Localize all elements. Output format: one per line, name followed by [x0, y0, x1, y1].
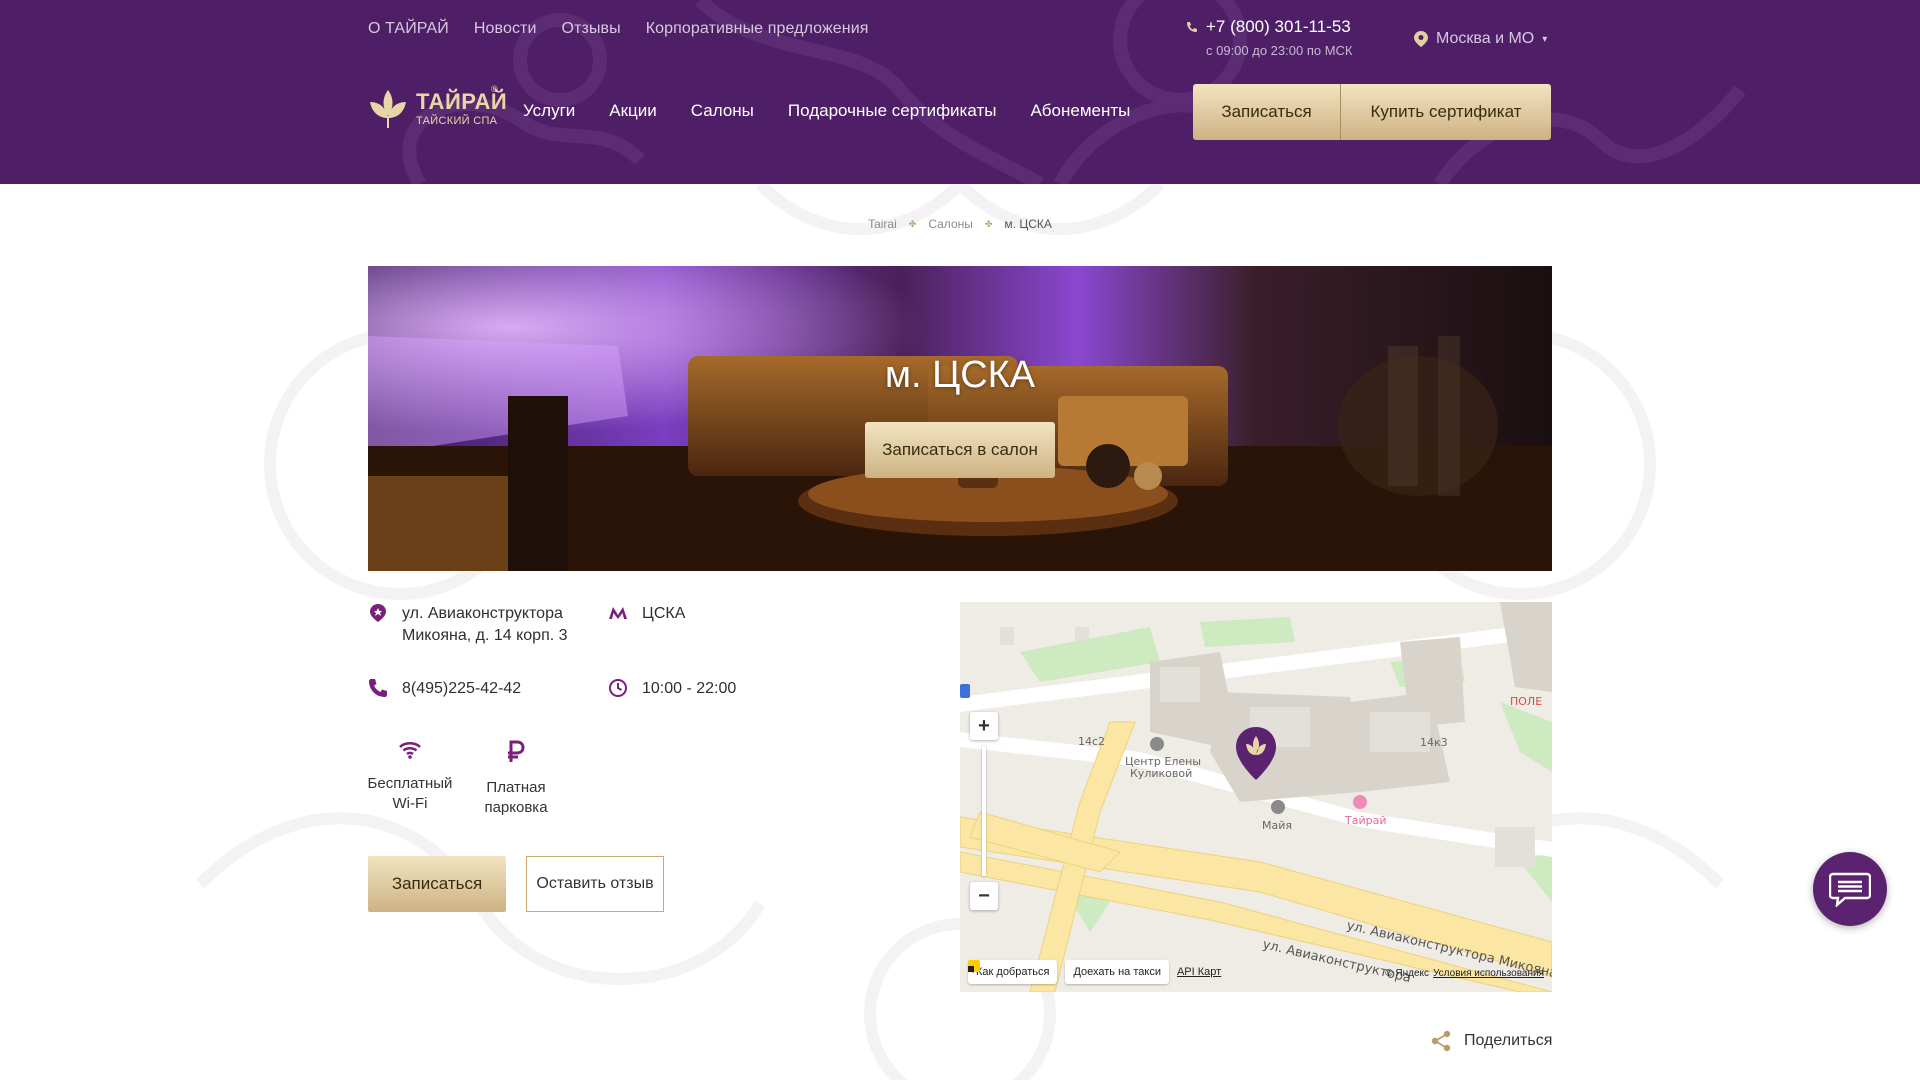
amenity-parking-line-1: Платная	[486, 779, 546, 796]
hours-value: 10:00 - 22:00	[642, 680, 737, 697]
map-canvas: 14с2 14к3 Центр Елены Куликовой Майя ПОЛ…	[960, 602, 1552, 992]
amenity-parking-line-2: парковка	[484, 799, 548, 816]
breadcrumb-salons[interactable]: Салоны	[928, 217, 973, 231]
map-label-center-2: Куликовой	[1130, 767, 1192, 780]
top-nav-about[interactable]: О ТАЙРАЙ	[368, 20, 449, 38]
metro-icon	[609, 607, 627, 619]
hero-book-salon-button[interactable]: Записаться в салон	[865, 422, 1055, 478]
salon-phone: 8(495)225-42-42	[368, 678, 521, 700]
salon-book-button[interactable]: Записаться	[368, 856, 506, 912]
map-directions-label: Как добраться	[976, 966, 1050, 978]
map-label-maya: Майя	[1262, 819, 1292, 832]
amenity-wifi-line-2: Wi-Fi	[392, 795, 428, 812]
map-zoom-in-button[interactable]: +	[970, 712, 998, 740]
map-label-pole: ПОЛЕ	[1510, 695, 1542, 708]
wifi-icon	[399, 742, 421, 759]
amenity-wifi: Бесплатный Wi-Fi	[355, 740, 465, 814]
chat-icon	[1829, 872, 1871, 907]
phone-number[interactable]: 8(495)225-42-42	[402, 678, 521, 700]
logo-title: ТАЙРАЙ	[416, 89, 508, 114]
salon-title: м. ЦСКА	[884, 354, 1036, 396]
breadcrumb-home[interactable]: Tairai	[868, 217, 897, 231]
logo[interactable]: ТАЙРАЙ ТАЙСКИЙ СПА ®	[368, 84, 508, 130]
chat-widget-button[interactable]	[1813, 852, 1887, 926]
salon-address: ул. Авиаконструктора Микояна, д. 14 корп…	[368, 603, 568, 647]
phone-icon	[369, 679, 387, 697]
amenity-wifi-line-1: Бесплатный	[367, 775, 453, 792]
map-taxi-button[interactable]: Доехать на такси	[968, 960, 1169, 984]
top-nav-corporate[interactable]: Корпоративные предложения	[646, 20, 869, 38]
metro-name: ЦСКА	[642, 605, 686, 622]
header-buy-certificate-button[interactable]: Купить сертификат	[1341, 84, 1551, 140]
breadcrumb-separator-icon: ✤	[908, 218, 917, 229]
logo-subtitle: ТАЙСКИЙ СПА	[416, 115, 498, 127]
map-copyright-text: © Яндекс	[1385, 968, 1429, 979]
logo-registered-mark: ®	[491, 84, 498, 94]
salon-hours: 10:00 - 22:00	[608, 678, 736, 700]
header-phone-hours: с 09:00 до 23:00 по МСК	[1206, 43, 1353, 58]
main-nav-gift-certificates[interactable]: Подарочные сертификаты	[788, 101, 997, 121]
map-taxi-label: Доехать на такси	[1073, 966, 1161, 978]
salon-hero: м. ЦСКА Записаться в салон	[368, 266, 1552, 571]
top-nav: О ТАЙРАЙ Новости Отзывы Корпоративные пр…	[368, 20, 869, 38]
header-ornament	[402, 0, 1746, 184]
amenity-parking: Платная парковка	[461, 740, 571, 818]
address-line-2: Микояна, д. 14 корп. 3	[402, 627, 568, 644]
map-directions-button[interactable]: Как добраться	[968, 960, 1058, 984]
map-copyright: © Яндекс Условия использования	[1385, 968, 1544, 979]
map-label-14k3: 14к3	[1420, 736, 1448, 749]
main-nav-promos[interactable]: Акции	[609, 101, 657, 121]
map-label-14c2: 14с2	[1078, 735, 1105, 748]
map-api-link[interactable]: API Карт	[1177, 966, 1221, 978]
main-nav-salons[interactable]: Салоны	[691, 101, 754, 121]
salon-hero-image	[368, 266, 1552, 571]
header-book-button[interactable]: Записаться	[1193, 84, 1341, 140]
map-label-tairai: Тайрай	[1344, 814, 1386, 827]
share-icon	[1431, 1030, 1451, 1052]
map-zoom-control: + −	[970, 712, 998, 910]
map-bottom-bar: Как добраться Доехать на такси API Карт	[968, 960, 1221, 984]
map-zoom-slider[interactable]	[982, 746, 986, 876]
header-buttons: Записаться Купить сертификат	[1193, 84, 1551, 140]
header-phone-number[interactable]: +7 (800) 301-11-53	[1206, 17, 1351, 37]
taxi-icon	[968, 960, 980, 972]
lotus-logo-icon	[370, 90, 406, 128]
top-nav-reviews[interactable]: Отзывы	[562, 20, 621, 38]
share-button[interactable]: Поделиться	[1430, 1030, 1552, 1052]
header-phone-block: +7 (800) 301-11-53 с 09:00 до 23:00 по М…	[1186, 17, 1353, 58]
breadcrumb: Tairai ✤ Салоны ✤ м. ЦСКА	[0, 217, 1920, 231]
address-line-1: ул. Авиаконструктора	[402, 605, 563, 622]
breadcrumb-current: м. ЦСКА	[1004, 217, 1052, 231]
breadcrumb-separator-icon: ✤	[984, 218, 993, 229]
phone-icon	[1187, 22, 1197, 32]
main-nav-subscriptions[interactable]: Абонементы	[1030, 101, 1130, 121]
salon-metro: ЦСКА	[608, 603, 685, 625]
map-terms-link[interactable]: Условия использования	[1433, 968, 1544, 979]
salon-map[interactable]: 14с2 14к3 Центр Елены Куликовой Майя ПОЛ…	[960, 602, 1552, 992]
top-nav-news[interactable]: Новости	[474, 20, 537, 38]
location-pin-icon	[1414, 31, 1428, 47]
region-label: Москва и МО	[1436, 30, 1535, 47]
leave-review-button[interactable]: Оставить отзыв	[526, 856, 664, 912]
share-label: Поделиться	[1464, 1032, 1553, 1049]
site-header: О ТАЙРАЙ Новости Отзывы Корпоративные пр…	[0, 0, 1920, 184]
main-nav: Услуги Акции Салоны Подарочные сертифика…	[523, 101, 1130, 121]
map-zoom-out-button[interactable]: −	[970, 882, 998, 910]
chevron-down-icon: ▾	[1542, 33, 1548, 45]
region-selector[interactable]: Москва и МО ▾	[1414, 30, 1547, 48]
ruble-icon	[508, 740, 525, 762]
main-nav-services[interactable]: Услуги	[523, 101, 575, 121]
clock-icon	[609, 679, 627, 697]
location-pin-icon	[370, 604, 386, 622]
